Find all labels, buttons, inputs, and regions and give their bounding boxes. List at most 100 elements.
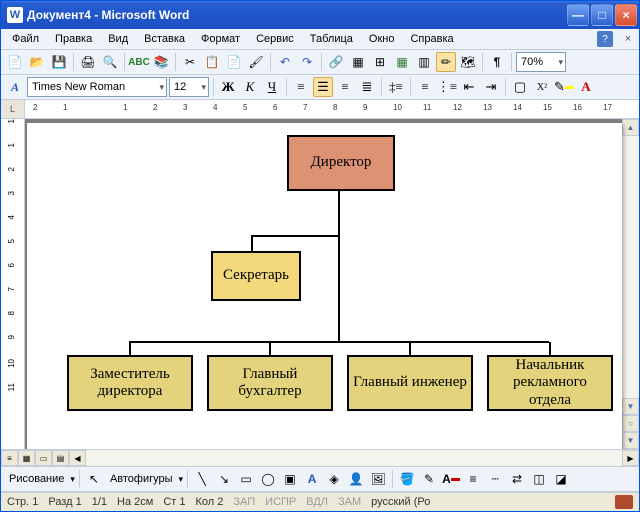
- italic-button[interactable]: К: [240, 77, 260, 97]
- new-icon[interactable]: 📄: [5, 52, 25, 72]
- node-engineer[interactable]: Главный инженер: [347, 355, 473, 411]
- format-painter-icon[interactable]: 🖌: [246, 52, 266, 72]
- show-marks-icon[interactable]: ¶: [487, 52, 507, 72]
- superscript-button[interactable]: X²: [532, 77, 552, 97]
- browse-object-icon[interactable]: ○: [622, 415, 639, 432]
- textbox-icon[interactable]: ▣: [280, 469, 300, 489]
- minimize-button[interactable]: —: [567, 4, 589, 26]
- diagram-icon[interactable]: ◈: [324, 469, 344, 489]
- maximize-button[interactable]: □: [591, 4, 613, 26]
- doc-map-icon[interactable]: 🗺: [458, 52, 478, 72]
- menu-view[interactable]: Вид: [101, 31, 135, 47]
- drawing-toggle-icon[interactable]: ✏: [436, 52, 456, 72]
- align-center-button[interactable]: ☰: [313, 77, 333, 97]
- view-print-icon[interactable]: ▭: [35, 450, 52, 466]
- next-page-icon[interactable]: ▼: [622, 432, 639, 449]
- 3d-icon[interactable]: ◪: [551, 469, 571, 489]
- scroll-right-icon[interactable]: ▶: [622, 450, 639, 466]
- preview-icon[interactable]: 🔍: [100, 52, 120, 72]
- columns-icon[interactable]: ▥: [414, 52, 434, 72]
- node-secretary[interactable]: Секретарь: [211, 251, 301, 301]
- menu-insert[interactable]: Вставка: [137, 31, 192, 47]
- menu-format[interactable]: Формат: [194, 31, 247, 47]
- help-icon[interactable]: ?: [597, 31, 613, 47]
- menu-help[interactable]: Справка: [403, 31, 460, 47]
- numbering-button[interactable]: ≡: [415, 77, 435, 97]
- font-color-button[interactable]: A: [576, 77, 596, 97]
- horizontal-ruler[interactable]: 211234567891011121314151617: [25, 100, 639, 118]
- view-normal-icon[interactable]: ≡: [1, 450, 18, 466]
- menu-service[interactable]: Сервис: [249, 31, 301, 47]
- align-right-button[interactable]: ≡: [335, 77, 355, 97]
- print-icon[interactable]: 🖨: [78, 52, 98, 72]
- dash-style-icon[interactable]: ┄: [485, 469, 505, 489]
- cut-icon[interactable]: ✂: [180, 52, 200, 72]
- rectangle-icon[interactable]: ▭: [236, 469, 256, 489]
- menu-table[interactable]: Таблица: [303, 31, 360, 47]
- align-justify-button[interactable]: ≣: [357, 77, 377, 97]
- menu-window[interactable]: Окно: [362, 31, 402, 47]
- indent-button[interactable]: ⇥: [481, 77, 501, 97]
- spelling-status-icon[interactable]: [615, 495, 633, 509]
- align-left-button[interactable]: ≡: [291, 77, 311, 97]
- font-color-draw-icon[interactable]: A: [441, 469, 461, 489]
- scroll-track[interactable]: [622, 136, 639, 398]
- line-color-icon[interactable]: ✎: [419, 469, 439, 489]
- line-style-icon[interactable]: ≡: [463, 469, 483, 489]
- close-button[interactable]: ×: [615, 4, 637, 26]
- tables-borders-icon[interactable]: ▦: [348, 52, 368, 72]
- shadow-icon[interactable]: ◫: [529, 469, 549, 489]
- size-combo[interactable]: 12: [169, 77, 209, 97]
- open-icon[interactable]: 📂: [27, 52, 47, 72]
- scroll-left-icon[interactable]: ◀: [69, 450, 86, 466]
- copy-icon[interactable]: 📋: [202, 52, 222, 72]
- autoshapes-menu[interactable]: Автофигуры: [106, 471, 177, 487]
- select-objects-icon[interactable]: ↖: [84, 469, 104, 489]
- paste-icon[interactable]: 📄: [224, 52, 244, 72]
- vertical-scrollbar[interactable]: ▲ ▼ ○ ▼: [622, 119, 639, 449]
- oval-icon[interactable]: ◯: [258, 469, 278, 489]
- research-icon[interactable]: 📚: [151, 52, 171, 72]
- node-deputy[interactable]: Заместитель директора: [67, 355, 193, 411]
- outdent-button[interactable]: ⇤: [459, 77, 479, 97]
- wordart-icon[interactable]: A: [302, 469, 322, 489]
- save-icon[interactable]: 💾: [49, 52, 69, 72]
- view-outline-icon[interactable]: ▤: [52, 450, 69, 466]
- bullets-button[interactable]: ⋮≡: [437, 77, 457, 97]
- drawing-menu[interactable]: Рисование: [5, 471, 68, 487]
- excel-icon[interactable]: ▦: [392, 52, 412, 72]
- clipart-icon[interactable]: 👤: [346, 469, 366, 489]
- styles-icon[interactable]: A: [5, 77, 25, 97]
- scroll-up-icon[interactable]: ▲: [622, 119, 639, 136]
- arrow-icon[interactable]: ↘: [214, 469, 234, 489]
- menu-edit[interactable]: Правка: [48, 31, 99, 47]
- arrow-style-icon[interactable]: ⇄: [507, 469, 527, 489]
- underline-button[interactable]: Ч: [262, 77, 282, 97]
- scroll-down-icon[interactable]: ▼: [622, 398, 639, 415]
- line-icon[interactable]: ╲: [192, 469, 212, 489]
- borders-button[interactable]: ▢: [510, 77, 530, 97]
- org-chart[interactable]: Директор Секретарь Заместитель директора…: [67, 135, 612, 439]
- node-ad-head[interactable]: Начальник рекламного отдела: [487, 355, 613, 411]
- node-director[interactable]: Директор: [287, 135, 395, 191]
- fill-color-icon[interactable]: 🪣: [397, 469, 417, 489]
- menu-file[interactable]: Файл: [5, 31, 46, 47]
- line-spacing-button[interactable]: ‡≡: [386, 77, 406, 97]
- picture-icon[interactable]: 🖼: [368, 469, 388, 489]
- horizontal-scrollbar[interactable]: ≡ ▦ ▭ ▤ ◀ ▶: [1, 449, 639, 466]
- hyperlink-icon[interactable]: 🔗: [326, 52, 346, 72]
- view-web-icon[interactable]: ▦: [18, 450, 35, 466]
- zoom-combo[interactable]: 70%: [516, 52, 566, 72]
- page[interactable]: Директор Секретарь Заместитель директора…: [27, 123, 622, 449]
- bold-button[interactable]: Ж: [218, 77, 238, 97]
- hscroll-track[interactable]: [86, 450, 622, 466]
- undo-icon[interactable]: ↶: [275, 52, 295, 72]
- redo-icon[interactable]: ↷: [297, 52, 317, 72]
- spellcheck-icon[interactable]: ABC: [129, 52, 149, 72]
- highlight-button[interactable]: ✎: [554, 77, 574, 97]
- font-combo[interactable]: Times New Roman: [27, 77, 167, 97]
- close-doc-icon[interactable]: ×: [621, 32, 635, 46]
- insert-table-icon[interactable]: ⊞: [370, 52, 390, 72]
- titlebar[interactable]: W Документ4 - Microsoft Word — □ ×: [1, 1, 639, 29]
- node-accountant[interactable]: Главный бухгалтер: [207, 355, 333, 411]
